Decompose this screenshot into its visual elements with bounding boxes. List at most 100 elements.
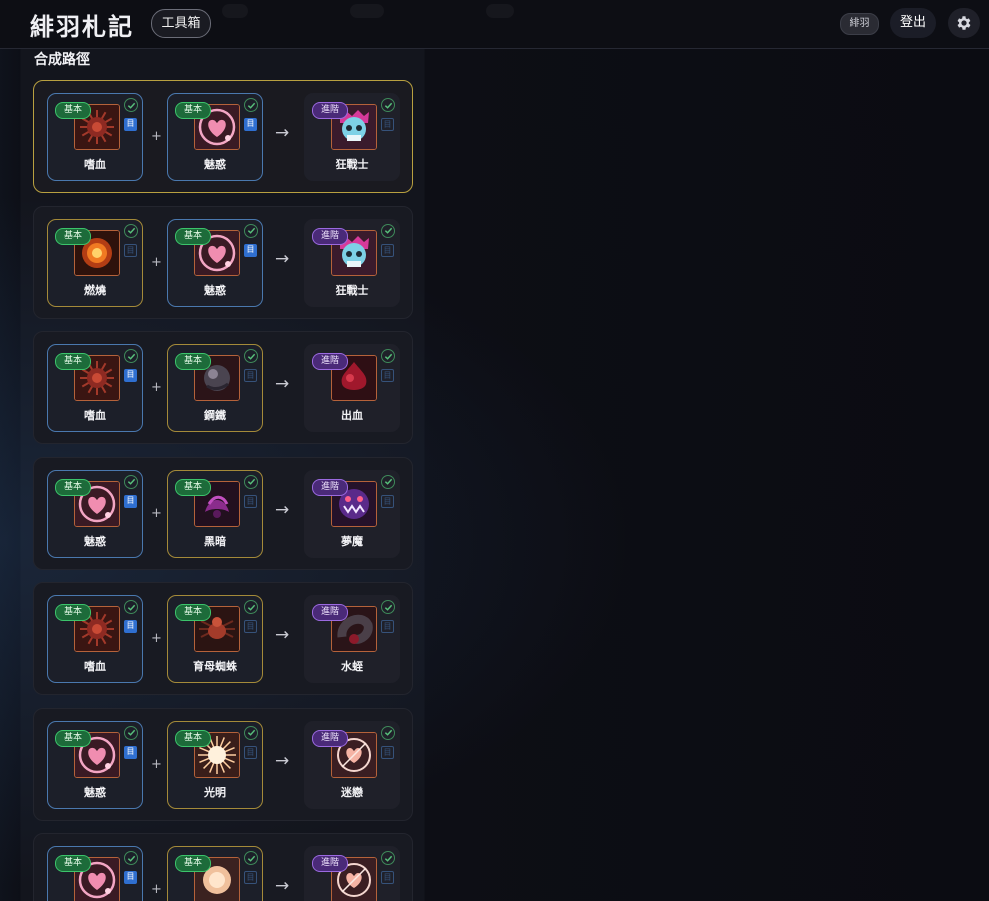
- recipe-row[interactable]: 基本 目 魅惑 + 基本 目 光明 → 進階 目 迷戀: [33, 707, 413, 821]
- plus-sign: +: [151, 631, 162, 646]
- book-icon[interactable]: 目: [124, 620, 137, 633]
- check-circle-icon: [381, 851, 395, 865]
- ingredient-card[interactable]: 基本 目 育母蜘蛛: [167, 595, 263, 683]
- recipe-row[interactable]: 基本 目 + 基本 目 → 進階 目: [33, 833, 413, 901]
- card-name: 迷戀: [341, 785, 363, 799]
- arrow-right-icon: →: [275, 750, 290, 771]
- card-name: 夢魔: [341, 534, 363, 548]
- recipe-row[interactable]: 基本 目 魅惑 + 基本 目 黑暗 → 進階 目 夢魔: [33, 456, 413, 570]
- recipe-row[interactable]: 基本 目 嗜血 + 基本 目 魅惑 → 進階 目 狂戰士: [33, 80, 413, 193]
- card-name: 出血: [341, 409, 363, 422]
- book-icon[interactable]: 目: [381, 369, 394, 382]
- check-icon: [127, 353, 135, 360]
- section-title: 合成路徑: [34, 52, 90, 68]
- plus-sign: +: [151, 882, 162, 897]
- book-icon[interactable]: 目: [244, 118, 257, 131]
- arrow-right-icon: →: [275, 123, 290, 143]
- book-icon[interactable]: 目: [244, 243, 257, 257]
- check-icon: [247, 729, 255, 736]
- book-icon[interactable]: 目: [244, 745, 257, 759]
- book-icon[interactable]: 目: [381, 620, 394, 633]
- ingredient-card[interactable]: 基本 目 魅惑: [167, 93, 263, 181]
- book-icon[interactable]: 目: [124, 369, 137, 382]
- card-name: 狂戰士: [335, 283, 369, 297]
- arrow-right-icon: →: [275, 625, 290, 645]
- advanced-tag: 進階: [312, 353, 348, 370]
- check-circle-icon: [244, 98, 258, 112]
- book-icon[interactable]: 目: [124, 871, 137, 884]
- check-circle-icon: [381, 474, 395, 489]
- basic-tag: 基本: [55, 729, 91, 747]
- check-icon: [384, 604, 392, 611]
- basic-tag: 基本: [55, 102, 91, 119]
- check-icon: [127, 227, 135, 234]
- result-card[interactable]: 進階 目 出血: [304, 344, 400, 432]
- check-circle-icon: [244, 474, 258, 489]
- gear-icon: [957, 16, 971, 30]
- settings-button[interactable]: [948, 8, 980, 38]
- check-circle-icon: [244, 223, 258, 238]
- ingredient-card[interactable]: 基本 目 鋼鐵: [167, 344, 263, 432]
- check-icon: [384, 729, 392, 736]
- book-icon[interactable]: 目: [244, 871, 257, 884]
- result-card[interactable]: 進階 目: [304, 846, 400, 901]
- check-circle-icon: [124, 349, 138, 363]
- book-icon[interactable]: 目: [381, 745, 394, 759]
- check-icon: [247, 102, 255, 109]
- basic-tag: 基本: [55, 478, 91, 496]
- basic-tag: 基本: [55, 353, 91, 370]
- ingredient-card[interactable]: 基本 目: [167, 846, 263, 901]
- check-circle-icon: [244, 851, 258, 865]
- brand-title[interactable]: 緋羽札記: [30, 7, 134, 42]
- recipe-row[interactable]: 基本 目 嗜血 + 基本 目 鋼鐵 → 進階 目 出血: [33, 331, 413, 444]
- ingredient-card[interactable]: 基本 目 燃燒: [47, 218, 143, 307]
- ingredient-card[interactable]: 基本 目 嗜血: [47, 93, 143, 181]
- ingredient-card[interactable]: 基本 目 魅惑: [167, 218, 263, 307]
- book-icon[interactable]: 目: [124, 243, 137, 257]
- book-icon[interactable]: 目: [244, 369, 257, 382]
- book-icon[interactable]: 目: [381, 871, 394, 884]
- check-icon: [127, 604, 135, 611]
- check-icon: [247, 855, 255, 862]
- ingredient-card[interactable]: 基本 目 嗜血: [47, 595, 143, 683]
- recipe-row[interactable]: 基本 目 嗜血 + 基本 目 育母蜘蛛 → 進階 目 水蛭: [33, 582, 413, 695]
- check-circle-icon: [124, 851, 138, 865]
- book-icon[interactable]: 目: [124, 118, 137, 131]
- check-circle-icon: [124, 474, 138, 489]
- check-circle-icon: [124, 725, 138, 740]
- ghost-tab: [350, 4, 384, 18]
- result-card[interactable]: 進階 目 狂戰士: [304, 93, 400, 181]
- card-name: 育母蜘蛛: [193, 660, 237, 673]
- recipe-row[interactable]: 基本 目 燃燒 + 基本 目 魅惑 → 進階 目 狂戰士: [33, 205, 413, 319]
- book-icon[interactable]: 目: [381, 243, 394, 257]
- card-name: 嗜血: [84, 660, 106, 673]
- result-card[interactable]: 進階 目 迷戀: [304, 720, 400, 809]
- book-icon[interactable]: 目: [244, 620, 257, 633]
- card-name: 嗜血: [84, 409, 106, 422]
- top-bar: 緋羽札記 工具箱 緋羽 登出: [0, 0, 989, 49]
- basic-tag: 基本: [55, 604, 91, 621]
- book-icon[interactable]: 目: [244, 494, 257, 508]
- ingredient-card[interactable]: 基本 目 嗜血: [47, 344, 143, 432]
- ingredient-card[interactable]: 基本 目 魅惑: [47, 469, 143, 558]
- user-badge: 緋羽: [840, 13, 879, 35]
- plus-sign: +: [151, 756, 162, 772]
- check-circle-icon: [244, 349, 258, 363]
- book-icon[interactable]: 目: [381, 494, 394, 508]
- ingredient-card[interactable]: 基本 目 黑暗: [167, 469, 263, 558]
- book-icon[interactable]: 目: [124, 745, 137, 759]
- basic-tag: 基本: [175, 478, 211, 496]
- result-card[interactable]: 進階 目 夢魔: [304, 469, 400, 558]
- result-card[interactable]: 進階 目 水蛭: [304, 595, 400, 683]
- result-card[interactable]: 進階 目 狂戰士: [304, 218, 400, 307]
- check-circle-icon: [124, 223, 138, 238]
- book-icon[interactable]: 目: [124, 494, 137, 508]
- toolbox-button[interactable]: 工具箱: [151, 9, 211, 38]
- ingredient-card[interactable]: 基本 目 魅惑: [47, 720, 143, 809]
- check-circle-icon: [381, 223, 395, 238]
- logout-button[interactable]: 登出: [890, 8, 936, 38]
- book-icon[interactable]: 目: [381, 118, 394, 131]
- check-icon: [127, 102, 135, 109]
- ingredient-card[interactable]: 基本 目 光明: [167, 720, 263, 809]
- ingredient-card[interactable]: 基本 目: [47, 846, 143, 901]
